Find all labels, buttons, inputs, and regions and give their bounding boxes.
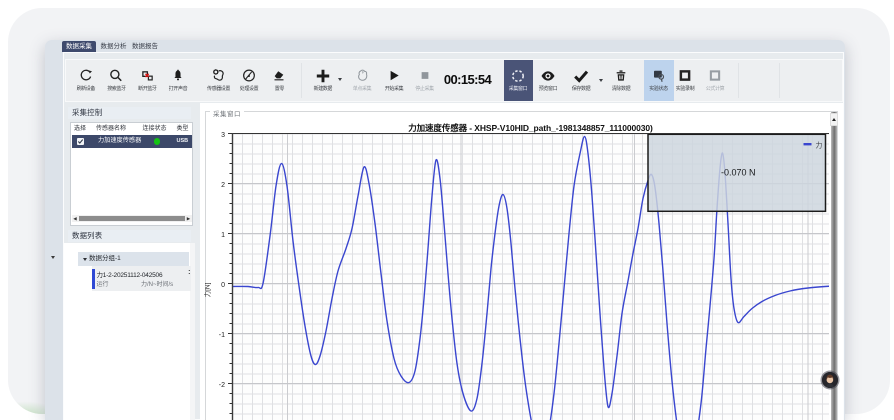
svg-text:-0.070 N: -0.070 N [721, 167, 756, 177]
svg-text:力: 力 [816, 140, 823, 149]
